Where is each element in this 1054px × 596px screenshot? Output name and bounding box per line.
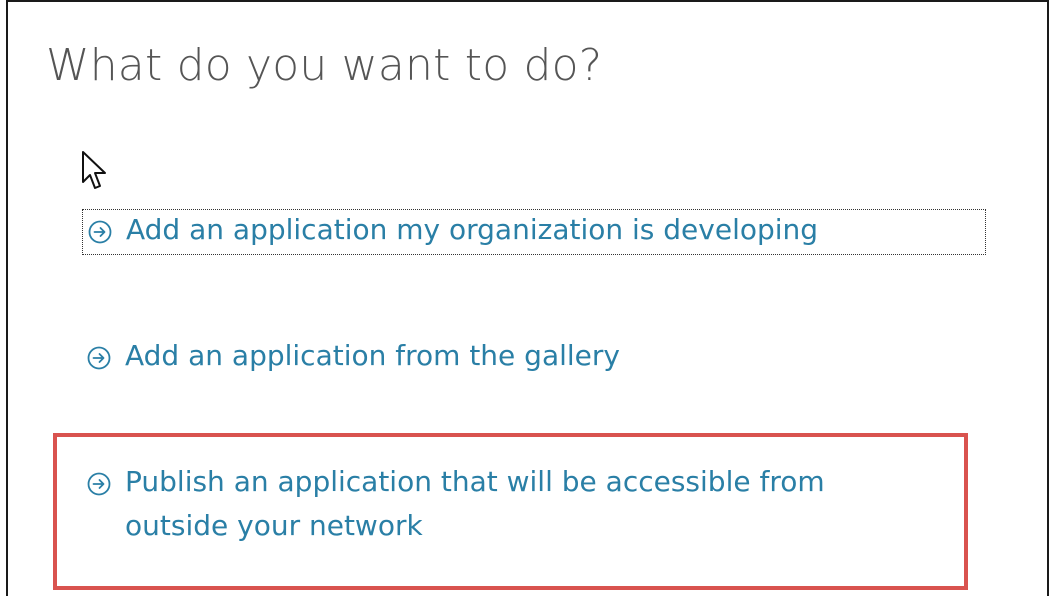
arrow-right-circle-icon: [88, 220, 112, 244]
option-label: Publish an application that will be acce…: [125, 465, 825, 542]
option-label: Add an application my organization is de…: [126, 213, 819, 246]
dialog-title: What do you want to do?: [46, 40, 603, 91]
option-publish-external-app[interactable]: Publish an application that will be acce…: [87, 465, 907, 548]
option-add-gallery-app[interactable]: Add an application from the gallery: [87, 339, 620, 378]
option-add-developing-app[interactable]: Add an application my organization is de…: [82, 209, 986, 255]
mouse-cursor-icon: [82, 151, 106, 189]
arrow-right-circle-icon: [87, 346, 111, 370]
dialog: What do you want to do? Add an applicati…: [6, 0, 1049, 596]
option-label: Add an application from the gallery: [125, 339, 620, 372]
arrow-right-circle-icon: [87, 472, 111, 496]
